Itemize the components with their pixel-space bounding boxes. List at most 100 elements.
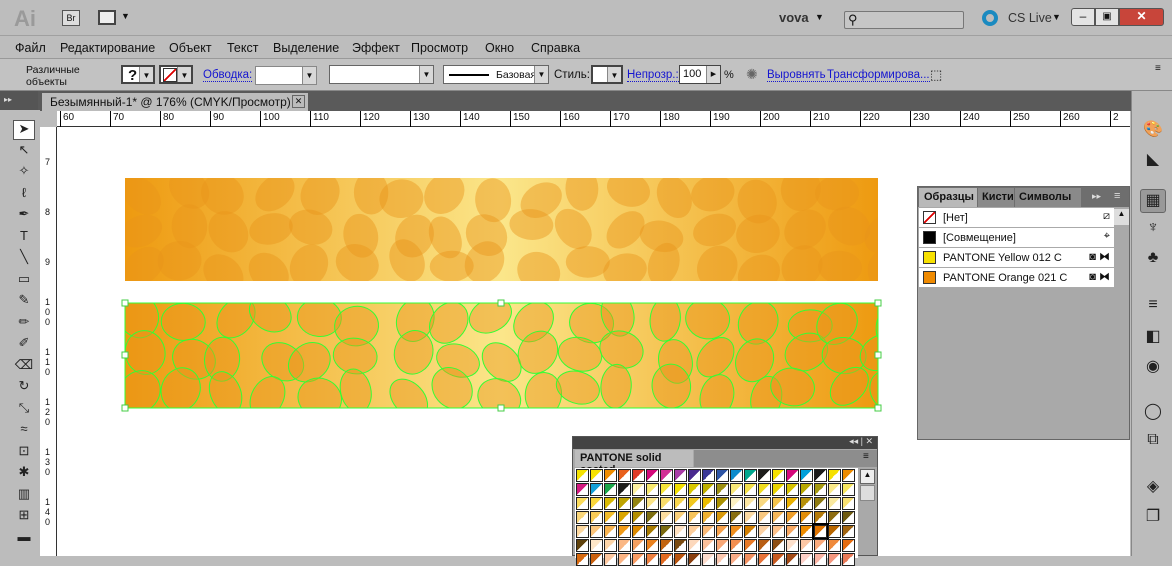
close-panel-icon[interactable]: ◂◂ | ✕ xyxy=(849,436,873,447)
pantone-swatch[interactable] xyxy=(744,553,757,566)
pantone-swatch[interactable] xyxy=(632,539,645,552)
paintbrush-tool-icon[interactable]: ✎ xyxy=(13,292,35,312)
pantone-swatch[interactable] xyxy=(786,525,799,538)
cs-live-menu[interactable]: CS Live xyxy=(1008,11,1052,25)
pantone-swatch[interactable] xyxy=(828,539,841,552)
free-transform-tool-icon[interactable]: ⊡ xyxy=(13,443,35,463)
chevron-down-icon[interactable]: ▼ xyxy=(139,67,153,82)
rotate-tool-icon[interactable]: ↻ xyxy=(13,378,35,398)
color-guide-icon[interactable]: 🎨 xyxy=(1140,119,1166,143)
maximize-button[interactable]: ▣ xyxy=(1095,8,1119,26)
layers-icon[interactable]: ◈ xyxy=(1140,476,1166,500)
pencil-tool-icon[interactable]: ✏ xyxy=(13,314,35,334)
chevron-down-icon[interactable]: ▼ xyxy=(419,66,433,83)
pantone-swatch[interactable] xyxy=(604,511,617,524)
pantone-swatch[interactable] xyxy=(702,525,715,538)
pantone-swatch[interactable] xyxy=(800,469,813,482)
chevron-down-icon[interactable]: ▼ xyxy=(177,67,191,82)
pantone-swatch[interactable] xyxy=(604,525,617,538)
pantone-swatch[interactable] xyxy=(744,483,757,496)
pantone-swatch[interactable] xyxy=(716,483,729,496)
pantone-swatch[interactable] xyxy=(688,539,701,552)
pantone-swatch[interactable] xyxy=(702,483,715,496)
pantone-swatch[interactable] xyxy=(632,553,645,566)
variable-width-select[interactable]: ▼ xyxy=(329,65,434,84)
panel-menu-icon[interactable]: ≡ xyxy=(863,451,869,462)
pantone-swatch[interactable] xyxy=(590,539,603,552)
stroke-swatch[interactable]: ▼ xyxy=(159,65,193,84)
pantone-swatch[interactable] xyxy=(688,469,701,482)
chevron-down-icon[interactable]: ▼ xyxy=(1052,12,1061,22)
pantone-swatch[interactable] xyxy=(744,511,757,524)
pantone-swatch[interactable] xyxy=(702,497,715,510)
pantone-swatch[interactable] xyxy=(716,497,729,510)
pantone-swatch[interactable] xyxy=(702,469,715,482)
pantone-swatch[interactable] xyxy=(674,553,687,566)
isolate-selection-icon[interactable]: ⬚ xyxy=(930,67,942,83)
user-menu[interactable]: vova xyxy=(779,10,809,25)
scale-tool-icon[interactable]: ⤡ xyxy=(13,400,35,420)
line-tool-icon[interactable]: ╲ xyxy=(13,249,35,269)
transparency-icon[interactable]: ◧ xyxy=(1140,326,1166,350)
pantone-swatch[interactable] xyxy=(772,497,785,510)
pantone-swatch[interactable] xyxy=(828,469,841,482)
opacity-input[interactable]: 100 ▶ xyxy=(679,65,721,84)
panel-menu-icon[interactable]: ≡ xyxy=(1114,190,1120,202)
direct-selection-tool-icon[interactable]: ↖ xyxy=(13,142,35,162)
align-icon[interactable]: ⧉ xyxy=(1140,431,1166,455)
pantone-swatch[interactable] xyxy=(604,539,617,552)
gradient-icon[interactable]: ◣ xyxy=(1140,149,1166,173)
swatches-icon[interactable]: ▦ xyxy=(1140,189,1166,213)
pantone-swatch[interactable] xyxy=(828,497,841,510)
pantone-swatch[interactable] xyxy=(590,525,603,538)
eraser-tool-icon[interactable]: ⌫ xyxy=(13,357,35,377)
pantone-swatch[interactable] xyxy=(800,511,813,524)
pantone-swatch[interactable] xyxy=(660,469,673,482)
pantone-swatch[interactable] xyxy=(744,497,757,510)
stroke-weight-input[interactable]: ▼ xyxy=(255,66,317,85)
mesh-tool-icon[interactable]: ⊞ xyxy=(13,507,35,527)
pantone-swatch[interactable] xyxy=(618,553,631,566)
column-graph-tool-icon[interactable]: ▥ xyxy=(13,486,35,506)
pantone-swatch[interactable] xyxy=(744,469,757,482)
pantone-swatch[interactable] xyxy=(604,497,617,510)
pantone-swatch[interactable] xyxy=(576,511,589,524)
symbol-sprayer-tool-icon[interactable]: ✱ xyxy=(13,464,35,484)
pantone-swatch[interactable] xyxy=(674,511,687,524)
pantone-swatch[interactable] xyxy=(618,483,631,496)
menu-type[interactable]: Текст xyxy=(227,41,258,55)
swatch-item[interactable]: PANTONE Orange 021 C ◙ ⧓ xyxy=(919,268,1114,288)
pantone-swatch[interactable] xyxy=(758,539,771,552)
artboards-icon[interactable]: ❐ xyxy=(1140,506,1166,530)
align-link[interactable]: Выровнять xyxy=(767,69,826,82)
pantone-swatch[interactable] xyxy=(660,525,673,538)
stroke-icon[interactable]: ≡ xyxy=(1140,296,1166,320)
pantone-swatch[interactable] xyxy=(786,553,799,566)
pantone-swatch[interactable] xyxy=(632,469,645,482)
pantone-swatch[interactable] xyxy=(674,483,687,496)
brushes-icon[interactable]: ♆ xyxy=(1140,219,1166,243)
tab-symbols[interactable]: Символы xyxy=(1015,188,1081,207)
panel-menu-icon[interactable]: ≡ xyxy=(1155,63,1161,74)
pantone-swatch[interactable] xyxy=(744,525,757,538)
pantone-swatch[interactable] xyxy=(730,525,743,538)
pantone-swatch[interactable] xyxy=(604,483,617,496)
pantone-swatch[interactable] xyxy=(716,539,729,552)
pantone-swatch[interactable] xyxy=(674,525,687,538)
pantone-swatch[interactable] xyxy=(618,525,631,538)
pantone-swatch[interactable] xyxy=(842,553,855,566)
pantone-swatch[interactable] xyxy=(842,539,855,552)
pantone-swatch[interactable] xyxy=(688,483,701,496)
pantone-swatch[interactable] xyxy=(772,483,785,496)
stroke-link[interactable]: Обводка: xyxy=(203,69,253,82)
pantone-swatch[interactable] xyxy=(842,483,855,496)
pantone-swatch[interactable] xyxy=(716,469,729,482)
menu-file[interactable]: Файл xyxy=(15,41,46,55)
pantone-swatch[interactable] xyxy=(590,483,603,496)
chevron-right-icon[interactable]: ▶ xyxy=(706,66,720,83)
pantone-swatch[interactable] xyxy=(576,525,589,538)
pantone-swatch[interactable] xyxy=(786,483,799,496)
pantone-swatch[interactable] xyxy=(632,497,645,510)
pantone-swatch[interactable] xyxy=(660,553,673,566)
close-tab-icon[interactable]: ✕ xyxy=(292,95,305,108)
